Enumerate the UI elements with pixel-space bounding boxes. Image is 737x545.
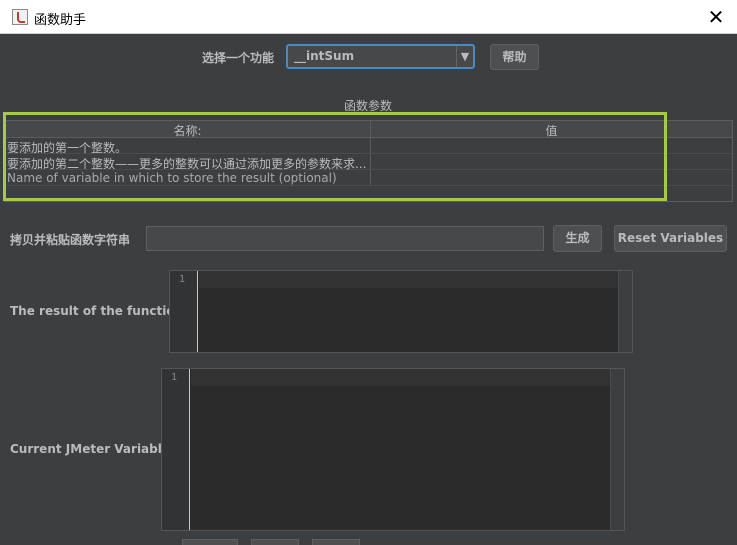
variables-label: Current JMeter Variables <box>10 442 178 456</box>
vertical-scrollbar[interactable] <box>618 271 632 352</box>
table-row[interactable]: Name of variable in which to store the r… <box>5 170 732 186</box>
java-app-icon <box>12 9 28 25</box>
table-row[interactable]: 要添加的第一个整数。 <box>5 138 732 155</box>
function-string-input[interactable] <box>146 226 544 251</box>
column-header-name[interactable]: 名称: <box>5 122 370 139</box>
line-number-gutter: 1 <box>170 271 198 352</box>
table-row[interactable]: 要添加的第二个整数——更多的整数可以通过添加更多的参数来求... <box>5 154 732 171</box>
help-button[interactable]: 帮助 <box>490 44 539 70</box>
current-line-highlight <box>199 271 618 288</box>
line-number: 1 <box>179 274 186 285</box>
line-number-gutter: 1 <box>162 369 190 530</box>
reset-variables-button[interactable]: Reset Variables <box>614 225 727 252</box>
bottom-button-clipped[interactable] <box>312 539 360 545</box>
chevron-down-icon[interactable]: ▼ <box>456 46 473 67</box>
current-line-highlight <box>191 369 610 386</box>
params-section-title: 函数参数 <box>344 99 393 113</box>
bottom-button-clipped[interactable] <box>182 539 238 545</box>
function-select[interactable]: __intSum ▼ <box>286 44 475 69</box>
params-table-header: 名称: 值 <box>5 121 732 138</box>
line-number: 1 <box>171 372 178 383</box>
generate-button[interactable]: 生成 <box>553 225 602 252</box>
window-titlebar: 函数助手 ✕ <box>0 0 737 34</box>
function-select-label: 选择一个功能 <box>202 51 275 65</box>
function-string-label: 拷贝并粘贴函数字符串 <box>10 233 131 247</box>
bottom-button-bar <box>0 535 737 545</box>
params-table: 名称: 值 要添加的第一个整数。 要添加的第二个整数——更多的整数可以通过添加更… <box>4 120 733 202</box>
result-text-area[interactable]: 1 <box>169 270 633 353</box>
vertical-scrollbar[interactable] <box>610 369 624 530</box>
column-header-value[interactable]: 值 <box>371 122 732 139</box>
window-title: 函数助手 <box>34 13 87 28</box>
param-name-cell: Name of variable in which to store the r… <box>7 171 337 185</box>
close-icon[interactable]: ✕ <box>703 4 729 30</box>
bottom-button-clipped[interactable] <box>251 539 299 545</box>
function-select-value: __intSum <box>294 49 355 63</box>
variables-text-area[interactable]: 1 <box>161 368 625 531</box>
